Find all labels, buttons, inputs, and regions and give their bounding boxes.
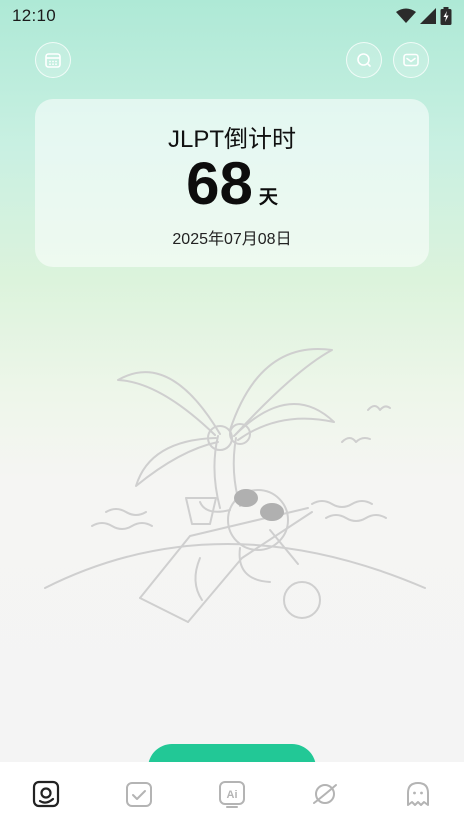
wifi-icon	[396, 8, 416, 23]
nav-tab-ai[interactable]: Ai	[202, 762, 262, 825]
calendar-button[interactable]	[35, 42, 71, 78]
countdown-count: 68 天	[35, 151, 429, 217]
countdown-date: 2025年07月08日	[172, 231, 292, 248]
nav-tab-checklist[interactable]	[109, 762, 169, 825]
signal-icon	[420, 8, 436, 24]
beach-illustration	[44, 348, 426, 623]
search-icon	[357, 53, 371, 67]
nav-tab-profile[interactable]	[388, 762, 448, 825]
countdown-unit: 天	[258, 187, 278, 208]
mail-icon	[403, 53, 419, 67]
ai-icon-label: Ai	[226, 789, 237, 801]
status-bar: 12:10	[0, 0, 464, 32]
checklist-icon	[126, 781, 153, 807]
home-card-icon	[33, 780, 60, 807]
status-icons	[396, 7, 452, 25]
bottom-nav: Ai	[0, 762, 464, 825]
battery-icon	[440, 7, 452, 25]
mail-button[interactable]	[393, 42, 429, 78]
ghost-icon	[406, 781, 429, 806]
countdown-title: JLPT倒计时	[167, 126, 296, 153]
countdown-card[interactable]: JLPT倒计时 68 天 2025年07月08日	[35, 99, 429, 267]
calendar-icon	[45, 53, 61, 68]
planet-icon	[312, 783, 337, 804]
status-time: 12:10	[12, 6, 57, 25]
ai-icon: Ai	[218, 780, 245, 808]
nav-tab-home[interactable]	[16, 762, 76, 825]
nav-tab-discover[interactable]	[295, 762, 355, 825]
search-button[interactable]	[346, 42, 382, 78]
countdown-number: 68	[186, 150, 253, 217]
